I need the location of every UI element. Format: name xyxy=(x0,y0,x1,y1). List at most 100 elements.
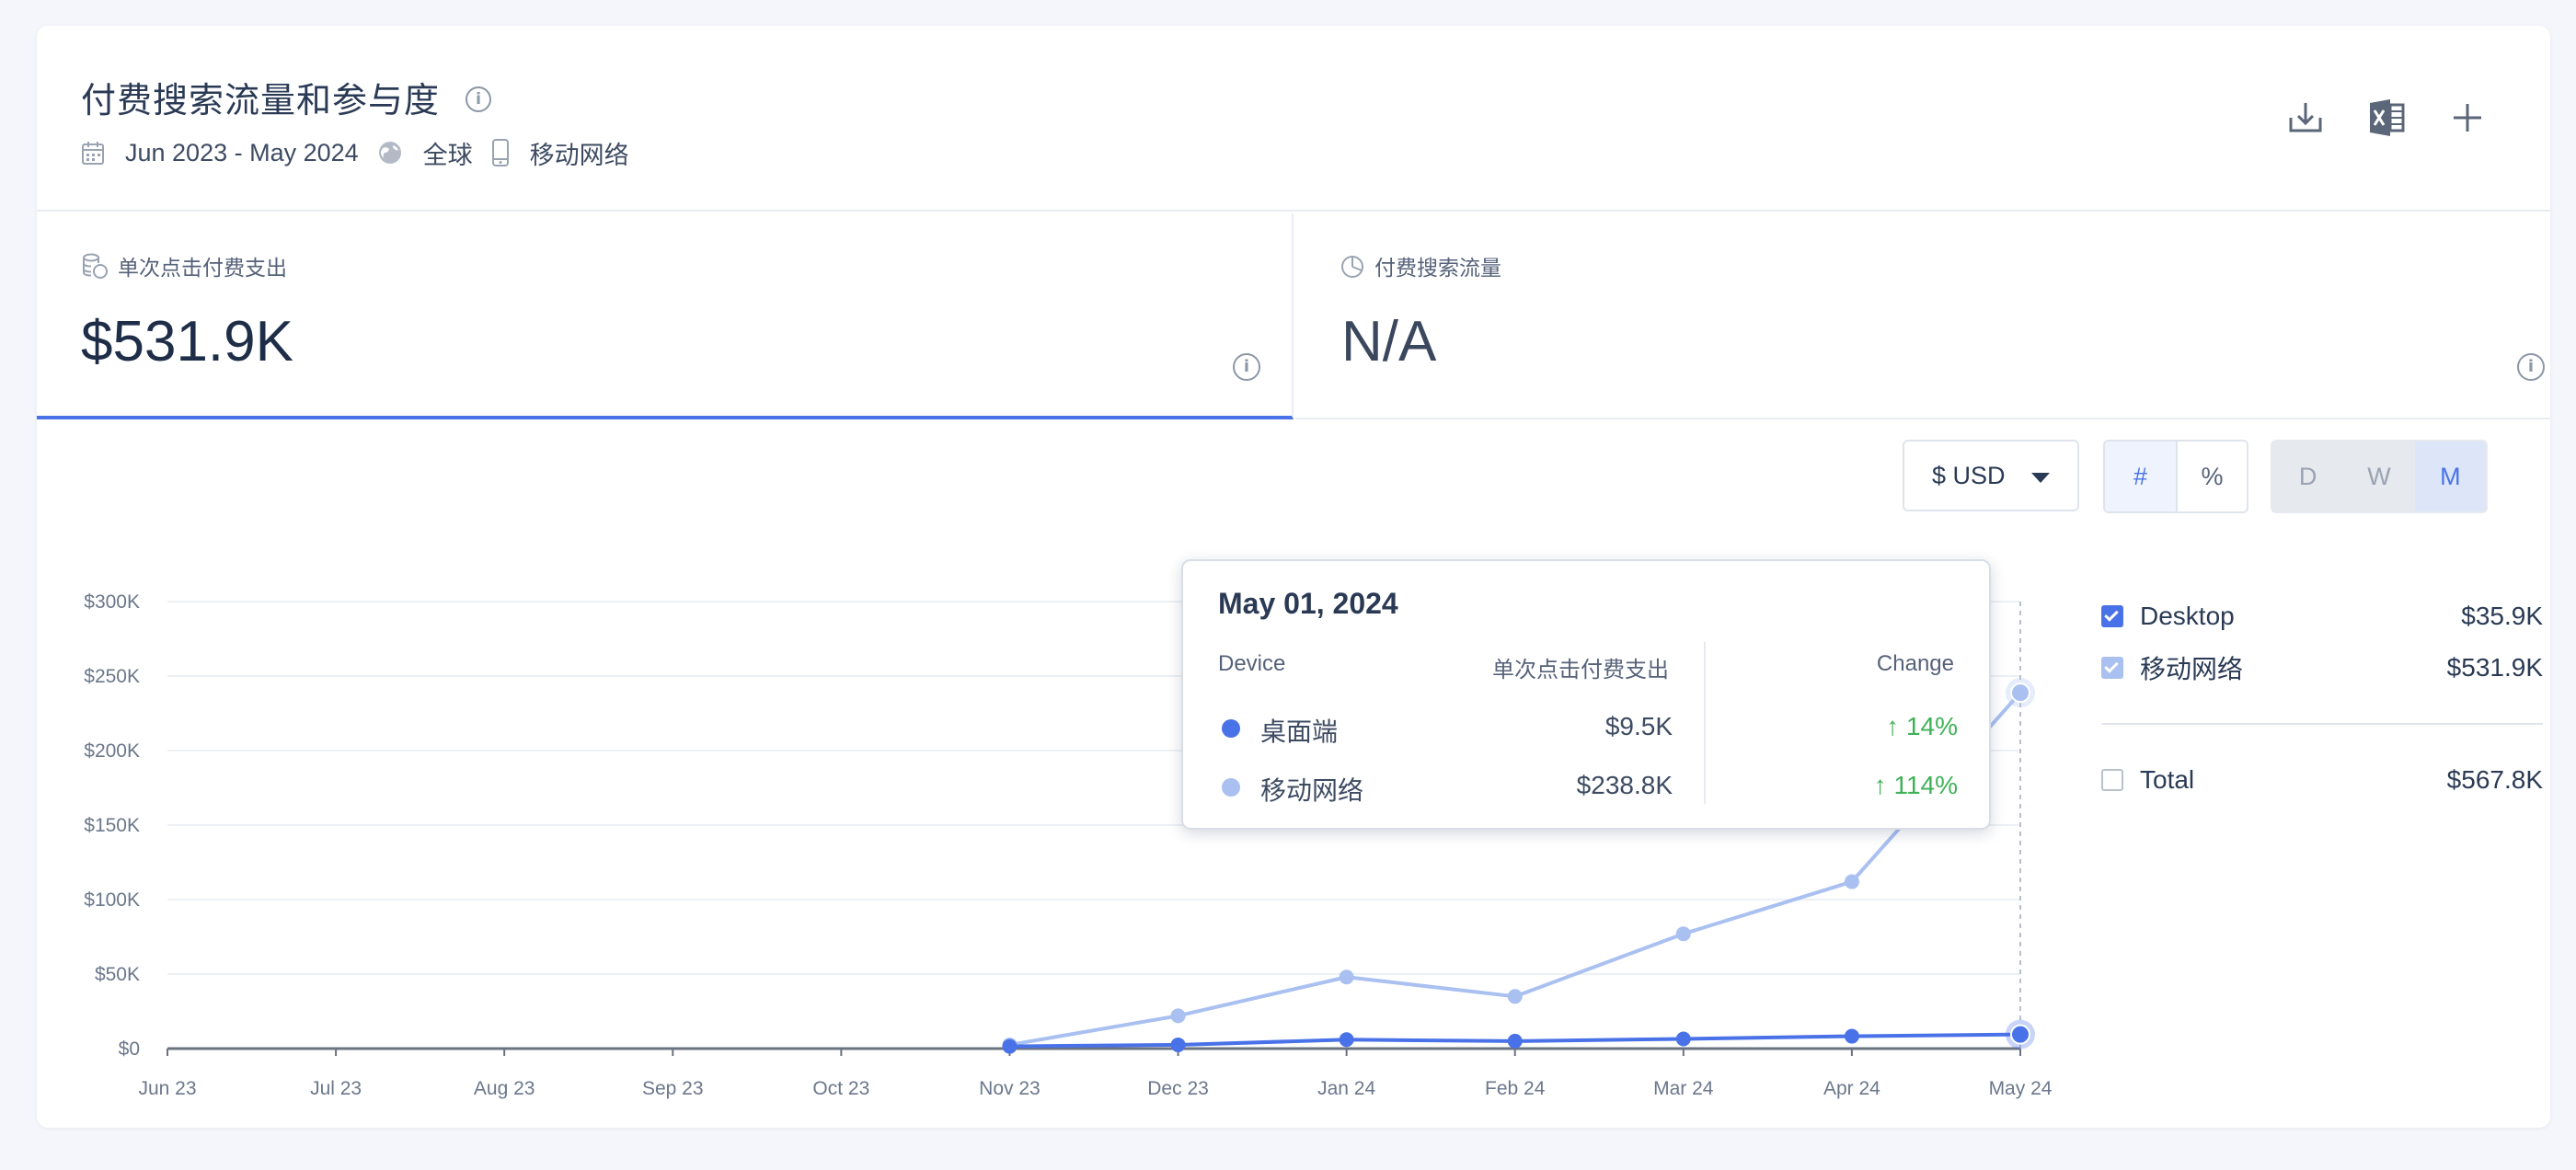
tooltip-col-metric: 单次点击付费支出 xyxy=(1492,658,1669,682)
legend-item-name: 移动网络 xyxy=(2140,655,2244,683)
region: 全球 xyxy=(377,135,473,171)
series-dot xyxy=(1222,719,1240,738)
info-icon[interactable]: i xyxy=(2517,353,2545,381)
format-number-button[interactable]: # xyxy=(2105,442,2176,511)
legend-item-desktop[interactable]: Desktop $35.9K xyxy=(2101,596,2543,637)
data-point xyxy=(1844,1028,1859,1044)
globe-icon xyxy=(378,142,401,164)
header-actions xyxy=(2285,98,2488,138)
legend-divider xyxy=(2101,723,2543,725)
x-tick-label: Sep 23 xyxy=(642,1078,704,1099)
download-icon xyxy=(2289,103,2322,132)
arrow-up-icon: ↑ xyxy=(1873,771,1887,799)
excel-export-button[interactable] xyxy=(2366,98,2407,138)
x-tick-label: Dec 23 xyxy=(1147,1078,1209,1099)
x-tick-label: May 24 xyxy=(1989,1078,2053,1099)
legend-item-value: $567.8K xyxy=(2446,765,2543,794)
tooltip-row-value: $9.5K xyxy=(1604,712,1673,740)
tooltip-row-change-value: 14% xyxy=(1905,712,1958,740)
data-point xyxy=(1507,989,1523,1004)
granularity-month-button[interactable]: M xyxy=(2414,442,2486,511)
data-point xyxy=(1170,1008,1186,1024)
download-button[interactable] xyxy=(2285,98,2326,138)
metric-value: $531.9K xyxy=(81,310,293,373)
date-range-label: Jun 2023 - May 2024 xyxy=(125,138,359,166)
checkbox-checked[interactable] xyxy=(2101,605,2123,627)
widget-header: 付费搜索流量和参与度 i Jun 2023 - May 2024 全球 移动网络 xyxy=(37,26,2550,212)
data-point xyxy=(1675,1031,1691,1047)
info-icon[interactable]: i xyxy=(466,86,491,112)
granularity-toggle: D W M xyxy=(2271,440,2488,513)
tooltip-row-change: ↑ 14% xyxy=(1886,712,1958,741)
x-tick-label: Apr 24 xyxy=(1823,1078,1880,1099)
device-label: 移动网络 xyxy=(529,141,629,169)
data-point xyxy=(1675,926,1691,942)
x-tick-label: Oct 23 xyxy=(812,1078,869,1099)
tooltip-col-device: Device xyxy=(1218,651,1286,676)
data-point xyxy=(1844,874,1859,889)
mobile-icon xyxy=(491,139,509,166)
highlight-point xyxy=(2010,1024,2030,1045)
legend-item-name: Total xyxy=(2140,765,2195,794)
calendar-icon xyxy=(82,142,104,165)
y-tick-label: $100K xyxy=(84,889,140,911)
metric-tab-ppc-spend[interactable]: 单次点击付费支出 $531.9K i xyxy=(37,213,1294,419)
widget-title: 付费搜索流量和参与度 xyxy=(81,82,441,120)
region-label: 全球 xyxy=(422,141,473,169)
x-tick-label: Jan 24 xyxy=(1317,1078,1375,1099)
pie-chart-icon xyxy=(1341,256,1363,278)
y-tick-label: $300K xyxy=(84,591,140,613)
chart-tooltip: May 01, 2024 Device 单次点击付费支出 Change 桌面端 … xyxy=(1181,559,1991,830)
data-point xyxy=(1339,1032,1354,1048)
device: 移动网络 xyxy=(491,135,629,171)
y-tick-label: $50K xyxy=(95,964,140,985)
add-button[interactable] xyxy=(2447,98,2488,138)
checkbox-checked[interactable] xyxy=(2101,657,2123,679)
granularity-day-button[interactable]: D xyxy=(2272,442,2343,511)
metric-label: 单次点击付费支出 xyxy=(81,250,287,281)
checkbox-unchecked[interactable] xyxy=(2101,769,2123,791)
highlight-point xyxy=(2010,682,2030,704)
y-tick-label: $0 xyxy=(119,1038,140,1060)
data-point xyxy=(1002,1038,1018,1054)
currency-dropdown[interactable]: $ USD xyxy=(1903,440,2079,511)
series-dot xyxy=(1222,778,1240,797)
y-tick-label: $200K xyxy=(84,740,140,762)
legend-item-total[interactable]: Total $567.8K xyxy=(2101,760,2543,800)
metric-label: 付费搜索流量 xyxy=(1340,250,1501,281)
arrow-up-icon: ↑ xyxy=(1886,712,1900,740)
granularity-week-button[interactable]: W xyxy=(2343,442,2414,511)
info-icon[interactable]: i xyxy=(1233,353,1260,381)
tooltip-row-change: ↑ 114% xyxy=(1874,771,1958,800)
x-tick-label: Mar 24 xyxy=(1653,1078,1714,1099)
data-point xyxy=(1339,969,1354,985)
tooltip-col-change: Change xyxy=(1876,651,1954,676)
format-toggle: # % xyxy=(2103,440,2248,513)
excel-icon xyxy=(2370,99,2405,136)
tooltip-row-name: 移动网络 xyxy=(1260,776,1364,805)
x-tick-label: Aug 23 xyxy=(474,1078,535,1099)
format-percent-button[interactable]: % xyxy=(2175,442,2247,511)
tooltip-row-name: 桌面端 xyxy=(1260,717,1339,746)
plus-icon xyxy=(2454,104,2481,132)
x-tick-label: Jun 23 xyxy=(138,1078,196,1099)
x-tick-label: Feb 24 xyxy=(1485,1078,1546,1099)
metric-label-text: 单次点击付费支出 xyxy=(118,256,287,280)
x-tick-label: Nov 23 xyxy=(979,1078,1041,1099)
tooltip-row-change-value: 114% xyxy=(1893,771,1958,799)
legend-item-value: $35.9K xyxy=(2461,602,2543,630)
chevron-down-icon xyxy=(2031,473,2050,483)
metric-label-text: 付费搜索流量 xyxy=(1374,256,1501,280)
tooltip-row: 桌面端 $9.5K ↑ 14% xyxy=(1183,703,1993,754)
y-tick-label: $250K xyxy=(84,666,140,687)
data-point xyxy=(1507,1033,1523,1049)
metric-value: N/A xyxy=(1341,310,1437,373)
tooltip-row: 移动网络 $238.8K ↑ 114% xyxy=(1183,762,1993,813)
currency-label: $ USD xyxy=(1932,461,2006,489)
date-range: Jun 2023 - May 2024 xyxy=(81,139,359,167)
tooltip-row-value: $238.8K xyxy=(1576,771,1673,799)
widget-card: 付费搜索流量和参与度 i Jun 2023 - May 2024 全球 移动网络… xyxy=(37,26,2550,1128)
tooltip-date: May 01, 2024 xyxy=(1218,587,1398,620)
legend-item-mobile[interactable]: 移动网络 $531.9K xyxy=(2101,648,2543,688)
metric-tab-paid-traffic[interactable]: 付费搜索流量 N/A i xyxy=(1295,213,2550,419)
